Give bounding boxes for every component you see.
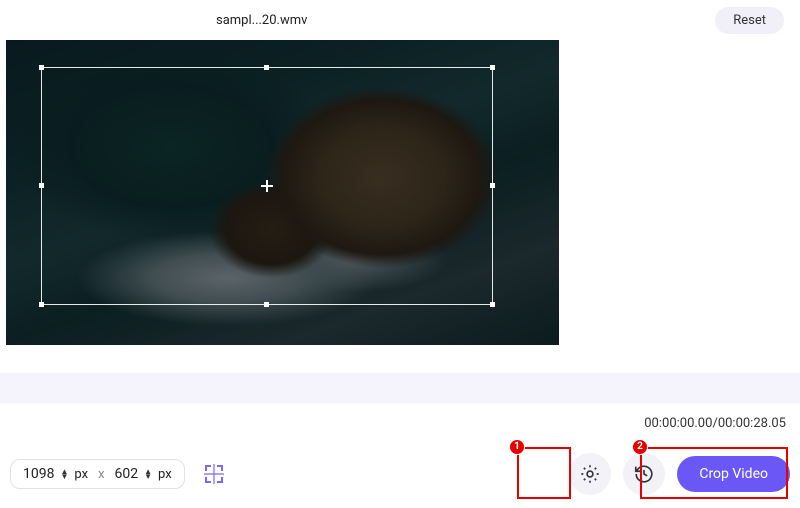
reset-button[interactable]: Reset xyxy=(715,7,784,34)
video-frame xyxy=(6,40,559,345)
bottom-bar: 1098 ▲▼ px x 602 ▲▼ px xyxy=(0,452,800,496)
dimensions-group: 1098 ▲▼ px x 602 ▲▼ px xyxy=(10,459,185,489)
aspect-ratio-button[interactable] xyxy=(199,459,229,489)
width-value[interactable]: 1098 xyxy=(23,466,54,482)
video-preview[interactable] xyxy=(6,40,559,345)
height-stepper[interactable]: ▲▼ xyxy=(144,469,152,479)
history-icon xyxy=(633,463,655,485)
dimension-separator: x xyxy=(98,467,104,482)
history-button[interactable] xyxy=(623,453,665,495)
width-unit: px xyxy=(74,467,88,482)
filename-label: sampl...20.wmv xyxy=(216,13,307,28)
width-stepper[interactable]: ▲▼ xyxy=(60,469,68,479)
settings-button[interactable] xyxy=(569,453,611,495)
gear-icon xyxy=(579,463,601,485)
time-total: 00:00:28.05 xyxy=(718,416,786,431)
crop-video-button[interactable]: Crop Video xyxy=(677,456,790,492)
top-bar: sampl...20.wmv Reset xyxy=(0,0,800,40)
crop-corners-icon xyxy=(202,462,226,486)
right-controls: Crop Video xyxy=(569,453,790,495)
timeline-strip xyxy=(0,373,800,403)
time-current: 00:00:00.00 xyxy=(644,416,712,431)
height-value[interactable]: 602 xyxy=(115,466,139,482)
height-unit: px xyxy=(158,467,172,482)
time-readout: 00:00:00.00/00:00:28.05 xyxy=(644,416,786,431)
